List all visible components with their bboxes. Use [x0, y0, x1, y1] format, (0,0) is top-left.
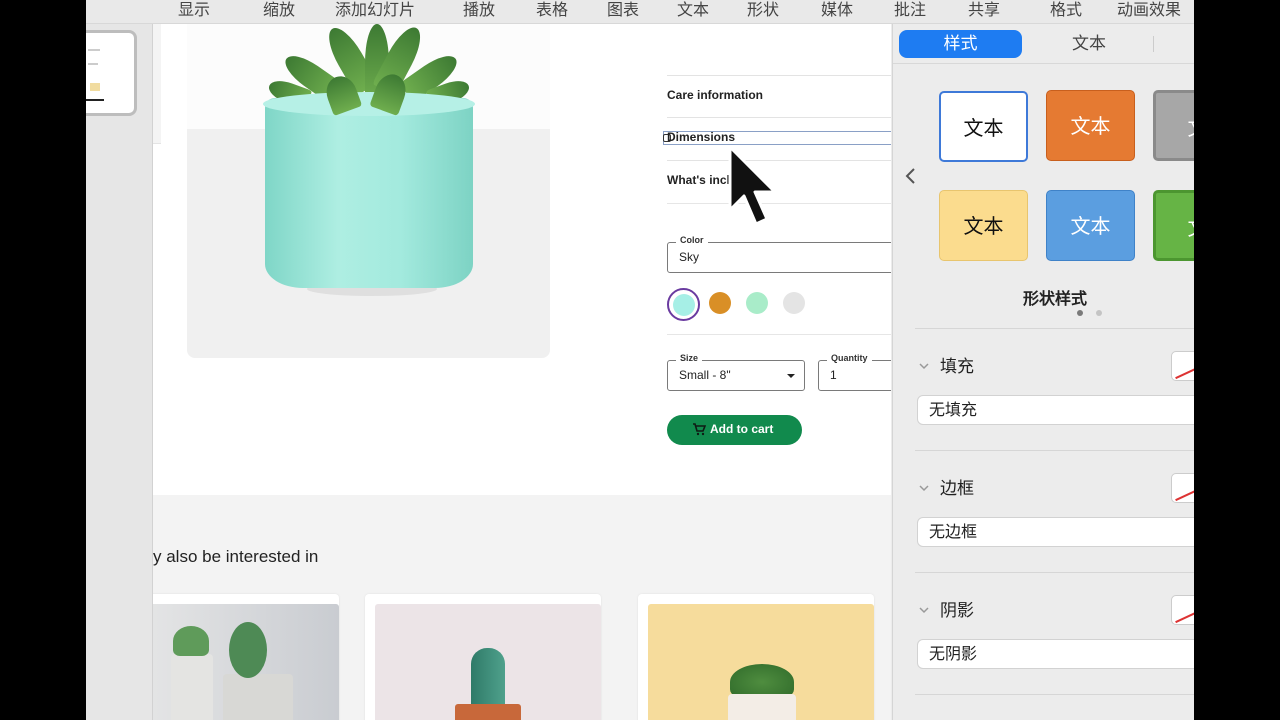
mouse-cursor-icon: [728, 145, 777, 226]
style-tile-white[interactable]: 文本: [939, 91, 1028, 162]
recommendation-card[interactable]: [638, 594, 874, 720]
toolbar-play[interactable]: 播放: [463, 0, 495, 22]
accordion-care-information[interactable]: Care information: [667, 75, 891, 117]
slide-navigator: [86, 24, 153, 720]
toolbar-animate[interactable]: 动画效果: [1117, 0, 1181, 22]
tab-style[interactable]: 样式: [899, 30, 1022, 58]
toolbar-table[interactable]: 表格: [536, 0, 568, 22]
size-label: Size: [676, 353, 703, 363]
toolbar-zoom[interactable]: 缩放: [263, 0, 295, 22]
toolbar-chart[interactable]: 图表: [607, 0, 639, 22]
add-to-cart-button[interactable]: Add to cart: [667, 415, 802, 445]
cactus-terracotta-image: [375, 604, 601, 720]
slide-edge-image: [153, 24, 161, 144]
slide-thumbnail[interactable]: [86, 30, 137, 116]
border-title: 边框: [940, 479, 974, 499]
size-select[interactable]: Size Small - 8": [667, 353, 805, 391]
shadow-select[interactable]: 无阴影: [917, 639, 1194, 669]
inspector-tabs: 样式 文本: [893, 24, 1194, 64]
shape-styles-label: 形状样式: [1023, 289, 1088, 308]
add-to-cart-label: Add to cart: [710, 422, 774, 436]
quantity-value: 1: [830, 368, 837, 382]
fill-select[interactable]: 无填充: [917, 395, 1194, 425]
color-label: Color: [676, 235, 708, 245]
recommendations-title: y also be interested in: [153, 547, 319, 566]
style-tile-gray[interactable]: 文: [1153, 90, 1194, 161]
recommendation-card[interactable]: [365, 594, 601, 720]
format-inspector: 样式 文本 文本 文本 文 文本 文本 文 形状样式 填充 无填充 边框 无边框…: [892, 24, 1194, 720]
size-value: Small - 8": [679, 368, 731, 382]
toolbar-format[interactable]: 格式: [1050, 0, 1082, 22]
thumb-line: [88, 63, 98, 65]
quantity-label: Quantity: [827, 353, 872, 363]
color-swatch-sky[interactable]: [673, 294, 695, 316]
white-pot: [728, 694, 796, 720]
toolbar-add-slide[interactable]: 添加幻灯片: [335, 0, 415, 22]
style-tile-green[interactable]: 文: [1153, 190, 1194, 261]
pot-rim: [263, 92, 475, 116]
concrete-pot: [223, 674, 293, 720]
toolbar-shape[interactable]: 形状: [747, 0, 779, 22]
color-swatch-orange[interactable]: [709, 292, 731, 314]
toolbar-share[interactable]: 共享: [968, 0, 1000, 22]
divider: [667, 334, 891, 335]
border-select[interactable]: 无边框: [917, 517, 1194, 547]
accordion-label: Dimensions: [667, 130, 736, 144]
chevron-down-icon[interactable]: [919, 361, 929, 371]
thumb-bar: [86, 99, 104, 101]
page-dot-active[interactable]: [1077, 310, 1083, 316]
product-image[interactable]: [187, 24, 550, 358]
section-divider: [915, 450, 1194, 451]
toolbar-text[interactable]: 文本: [677, 0, 709, 22]
chevron-left-icon[interactable]: [903, 166, 919, 186]
cactus-trio-image: [153, 604, 339, 720]
section-divider: [915, 572, 1194, 573]
toolbar: 显示 缩放 添加幻灯片 播放 表格 图表 文本 形状 媒体 批注 共享 格式 动…: [86, 0, 1194, 24]
succulent-yellow-image: [648, 604, 874, 720]
shadow-color-well[interactable]: [1171, 595, 1194, 625]
slide-canvas[interactable]: Care information Dimensions What's inclu…: [153, 24, 891, 720]
quantity-input[interactable]: Quantity 1: [818, 353, 891, 391]
fill-color-well[interactable]: [1171, 351, 1194, 381]
color-swatch-mint[interactable]: [746, 292, 768, 314]
color-swatch-gray[interactable]: [783, 292, 805, 314]
thumb-image: [90, 83, 100, 91]
toolbar-view[interactable]: 显示: [178, 0, 210, 22]
color-value: Sky: [679, 250, 700, 264]
tab-separator: [1153, 36, 1154, 52]
accordion-label: Care information: [667, 88, 764, 102]
style-tile-blue[interactable]: 文本: [1046, 190, 1135, 261]
chevron-down-icon[interactable]: [919, 483, 929, 493]
plant-pot: [265, 98, 473, 288]
terracotta-pot: [455, 704, 521, 720]
fill-title: 填充: [940, 357, 974, 377]
keynote-window: 显示 缩放 添加幻灯片 播放 表格 图表 文本 形状 媒体 批注 共享 格式 动…: [86, 0, 1194, 720]
toolbar-media[interactable]: 媒体: [821, 0, 853, 22]
thumb-line: [88, 49, 100, 51]
tab-text[interactable]: 文本: [1037, 30, 1141, 58]
style-tile-yellow[interactable]: 文本: [939, 190, 1028, 261]
section-divider: [915, 694, 1194, 695]
cart-icon: [693, 423, 706, 436]
border-color-well[interactable]: [1171, 473, 1194, 503]
recommendation-card[interactable]: [153, 594, 339, 720]
style-tile-orange[interactable]: 文本: [1046, 90, 1135, 161]
recommendations-section: y also be interested in: [153, 495, 891, 720]
cactus: [229, 622, 267, 678]
concrete-pot: [171, 654, 213, 720]
cactus: [173, 626, 209, 656]
caret-down-icon: [787, 374, 795, 378]
shadow-title: 阴影: [940, 601, 974, 621]
page-dot[interactable]: [1096, 310, 1102, 316]
section-divider: [915, 328, 1194, 329]
chevron-down-icon[interactable]: [919, 605, 929, 615]
color-select[interactable]: Color Sky: [667, 235, 891, 273]
toolbar-comment[interactable]: 批注: [894, 0, 926, 22]
